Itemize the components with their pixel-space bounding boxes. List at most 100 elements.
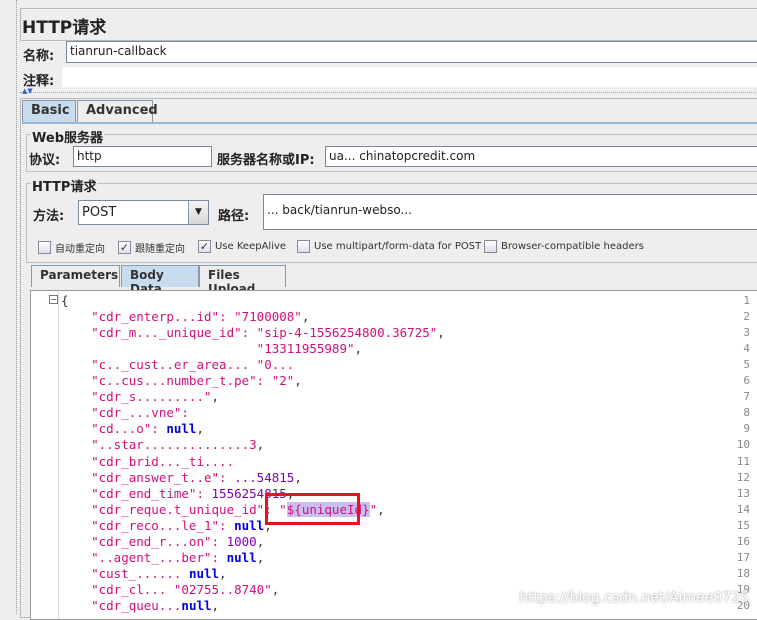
checkbox-label: 跟随重定向 (135, 244, 185, 255)
code-line: "cdr_m..._unique_id": "sip-4-1556254800.… (61, 325, 445, 340)
code-token: "13311955989" (61, 341, 355, 357)
line-number: 15 (736, 518, 750, 532)
checkbox-label: 自动重定向 (55, 244, 105, 255)
code-line: "cust_...... null, (61, 565, 227, 581)
line-number: 7 (743, 390, 750, 404)
body-data-editor[interactable]: − 1 {2 "cdr_enterp...id": "7100008", 3 "cd… (30, 290, 757, 620)
code-token: , (354, 341, 363, 357)
tab-advanced[interactable]: Advanced (77, 100, 158, 122)
code-line: "cd...o": null, (61, 421, 204, 436)
code-token: "cdr_enterp...id": "7100008" (61, 309, 302, 325)
code-line: "cdr_s.........", (61, 389, 219, 404)
collapse-arrows-icon[interactable]: ▲▼ (22, 87, 33, 95)
code-token: "cdr_brid..._ti.... (61, 453, 235, 469)
tab-basic[interactable]: Basic (22, 100, 76, 122)
subtab-body-data[interactable]: Body Data (121, 265, 199, 296)
line-number: 1 (743, 294, 750, 307)
code-token: " (369, 501, 378, 517)
code-token: "c.._cust..er_area... "0... (61, 357, 295, 373)
code-token: , (256, 549, 265, 565)
line-number: 12 (736, 470, 750, 484)
code-token: null (166, 421, 197, 437)
method-label: 方法: (33, 209, 65, 224)
code-token: , (219, 565, 227, 581)
code-token: , (256, 533, 265, 549)
path-label: 路径: (218, 209, 250, 224)
protocol-label: 协议: (29, 153, 61, 168)
code-line: "cdr_cl... "02755..8740", (61, 582, 279, 597)
checkbox-label: Use KeepAlive (215, 241, 287, 252)
code-line: "cdr_brid..._ti.... (61, 454, 234, 469)
split-divider[interactable] (20, 92, 757, 93)
checkbox[interactable]: ✓ (198, 240, 211, 253)
checkbox-option[interactable]: Browser-compatible headers (484, 240, 644, 253)
code-line: "cdr_answer_t..e": ...54815, (61, 470, 302, 485)
method-select[interactable]: POST ▼ (78, 200, 209, 225)
code-token: "cd...o": (61, 421, 167, 437)
line-number: 3 (743, 326, 750, 340)
code-token: "cust_...... (61, 565, 189, 581)
code-token: "..agent_...ber": (61, 549, 227, 565)
code-token: null (188, 565, 220, 581)
line-number-gutter (31, 291, 59, 619)
checkbox[interactable] (297, 240, 310, 253)
protocol-input[interactable]: http (73, 146, 212, 167)
code-token: "..star..............3 (61, 437, 257, 453)
name-input[interactable]: tianrun-callback (66, 41, 757, 63)
code-line: "cdr_queu...null, (61, 598, 219, 613)
line-number: 5 (743, 358, 750, 372)
subtab-files-upload[interactable]: Files Upload (199, 265, 286, 296)
line-number: 17 (736, 550, 750, 564)
line-number: 8 (743, 406, 750, 420)
line-number: 16 (736, 534, 750, 548)
code-token: , (196, 421, 204, 437)
code-token: , (256, 437, 265, 453)
method-value: POST (82, 205, 117, 220)
code-token: ...54815 (234, 469, 295, 485)
code-token: "cdr_queu... (61, 597, 182, 613)
line-number: 2 (743, 310, 750, 324)
checkbox[interactable]: ✓ (118, 241, 131, 254)
code-token: "cdr_answer_t..e": (61, 469, 235, 485)
checkbox-option[interactable]: ✓ Use KeepAlive (198, 240, 286, 253)
line-number: 11 (736, 454, 750, 468)
checkbox-option[interactable]: Use multipart/form-data for POST (297, 240, 481, 253)
checkbox-label: Browser-compatible headers (501, 241, 644, 252)
code-line: "cdr_end_time": 1556254815, (61, 486, 294, 501)
checkbox-option[interactable]: 自动重定向 (38, 240, 105, 255)
code-token: , (437, 325, 445, 341)
code-line: "..star..............3, (61, 437, 264, 452)
code-line: "cdr_enterp...id": "7100008", (61, 309, 309, 324)
fold-toggle-icon[interactable]: − (49, 295, 58, 304)
code-token: , (377, 501, 385, 517)
subtab-parameters[interactable]: Parameters (31, 265, 120, 287)
code-token: "cdr_end_r...on": (61, 533, 227, 549)
code-line: "13311955989", (61, 341, 362, 356)
checkbox[interactable] (38, 241, 51, 254)
code-token: "cdr_cl... "02755..8740" (61, 581, 272, 597)
checkbox[interactable] (484, 240, 497, 253)
chevron-down-icon[interactable]: ▼ (188, 201, 208, 224)
comment-input[interactable] (62, 67, 757, 87)
code-token: "cdr_reco...le_1": (61, 517, 235, 533)
checkbox-option[interactable]: ✓ 跟随重定向 (118, 240, 185, 255)
code-line: "cdr_reco...le_1": null, (61, 518, 272, 533)
code-token: , (301, 309, 310, 325)
code-token: , (211, 389, 220, 405)
server-input[interactable]: ua... chinatopcredit.com (325, 146, 757, 167)
web-server-title: Web服务器 (31, 127, 104, 146)
line-number: 18 (736, 566, 750, 580)
page-title: HTTP请求 (22, 18, 107, 38)
code-token: { (61, 293, 69, 308)
name-label: 名称: (23, 49, 55, 64)
code-token: "cdr_end_time": (61, 485, 212, 501)
code-line: "cdr_...vne": (61, 405, 189, 420)
tree-pane-edge (0, 0, 17, 614)
checkbox-label: Use multipart/form-data for POST (314, 241, 482, 252)
code-token: , (211, 597, 220, 613)
code-token: , (271, 581, 280, 597)
code-line: "..agent_...ber": null, (61, 550, 264, 565)
path-input[interactable]: ... back/tianrun-webso... (263, 194, 757, 230)
code-token: , (294, 469, 302, 485)
code-token: null (181, 597, 212, 613)
